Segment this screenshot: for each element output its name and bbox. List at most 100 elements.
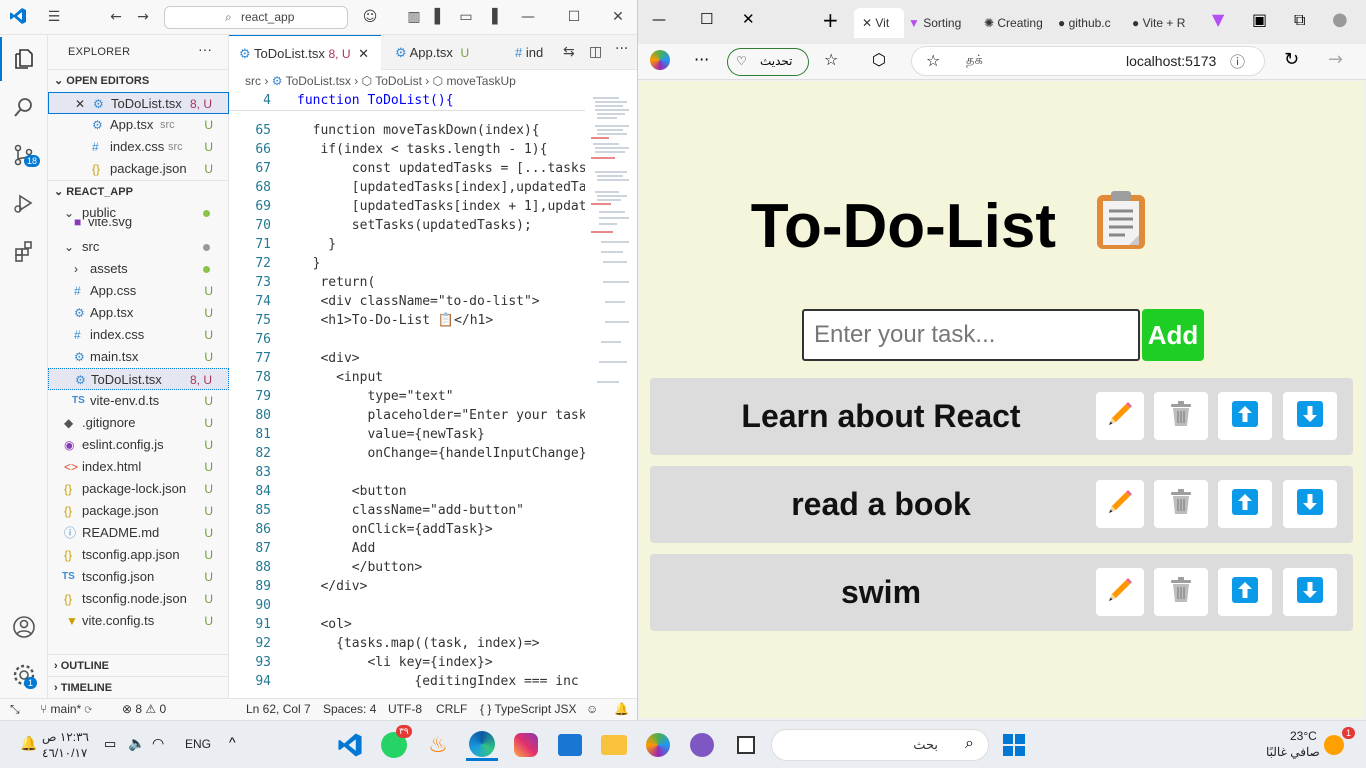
- tab-vite[interactable]: ● Vite + R: [1132, 8, 1200, 38]
- refresh-icon[interactable]: ↻: [1284, 49, 1299, 70]
- delete-button[interactable]: [1154, 568, 1208, 616]
- close-icon[interactable]: ✕: [742, 10, 755, 28]
- new-tab-icon[interactable]: +: [822, 8, 839, 32]
- search-box[interactable]: بحث ⌕: [771, 729, 989, 761]
- breadcrumb-item[interactable]: src: [245, 74, 261, 88]
- close-icon[interactable]: ✕: [608, 7, 628, 27]
- code-editor[interactable]: 4 function ToDoList(){ 6465 function mov…: [229, 92, 585, 698]
- toggle-sidebar-icon[interactable]: ▌: [430, 7, 450, 27]
- tree-file[interactable]: ■ vite.svg: [48, 219, 229, 231]
- tree-file[interactable]: {} tsconfig.node.json U: [48, 588, 229, 610]
- menu-icon[interactable]: ☰: [44, 7, 64, 27]
- search-view-icon[interactable]: [0, 85, 48, 129]
- edit-button[interactable]: [1096, 568, 1144, 616]
- tree-file[interactable]: ◉ eslint.config.js U: [48, 434, 229, 456]
- extensions-icon[interactable]: ⬡: [872, 50, 886, 69]
- start-icon[interactable]: [998, 729, 1030, 761]
- add-button[interactable]: Add: [1142, 309, 1204, 361]
- tree-file[interactable]: # index.css U: [48, 324, 229, 346]
- source-control-icon[interactable]: 18: [0, 133, 48, 177]
- tree-file[interactable]: ⓘ README.md U: [48, 522, 229, 544]
- store-icon[interactable]: [554, 729, 586, 761]
- favorites-icon[interactable]: ☆: [824, 50, 838, 69]
- close-editor-icon[interactable]: ✕: [75, 93, 85, 115]
- tree-file[interactable]: ⚙ main.tsx U: [48, 346, 229, 368]
- tree-folder[interactable]: › assets: [48, 258, 229, 280]
- split-editor-icon[interactable]: ◫: [589, 44, 602, 60]
- tree-file[interactable]: ▼ vite.config.ts U: [48, 610, 229, 632]
- toggle-panel-icon[interactable]: ▭: [456, 7, 476, 27]
- layout-icon[interactable]: ▥: [404, 7, 424, 27]
- more-actions-icon[interactable]: ···: [198, 41, 212, 57]
- site-info-icon[interactable]: ⓘ: [1230, 51, 1245, 72]
- toggle-secondary-sidebar-icon[interactable]: ▐: [482, 7, 502, 27]
- volume-icon[interactable]: 🔈: [128, 735, 145, 752]
- workspaces-icon[interactable]: ⧉: [1294, 10, 1305, 30]
- tree-file-selected[interactable]: ⚙ ToDoList.tsx 8, U: [48, 368, 229, 390]
- breadcrumb-item[interactable]: ToDoList.tsx: [286, 74, 351, 88]
- edit-button[interactable]: [1096, 392, 1144, 440]
- tab-todolist[interactable]: ⚙ ToDoList.tsx 8, U ✕: [229, 35, 381, 70]
- compare-icon[interactable]: ⇆: [563, 44, 575, 60]
- open-editor-item[interactable]: ⚙ App.tsx src U: [48, 114, 229, 136]
- notifications-icon[interactable]: 🔔: [614, 699, 629, 720]
- close-tab-icon[interactable]: ✕: [862, 16, 875, 30]
- language-mode[interactable]: { } TypeScript JSX: [480, 699, 577, 720]
- weather-icon[interactable]: 1: [1324, 727, 1356, 755]
- move-up-button[interactable]: [1218, 392, 1272, 440]
- move-down-button[interactable]: [1283, 392, 1337, 440]
- profile-icon[interactable]: ●: [1332, 9, 1348, 30]
- update-button[interactable]: ♡ تحديث: [727, 48, 809, 76]
- minimap[interactable]: [589, 92, 634, 432]
- address-bar[interactable]: ☆ தக் localhost:5173 ⓘ: [911, 46, 1265, 76]
- timeline-header[interactable]: › TIMELINE: [48, 676, 229, 698]
- branch-item[interactable]: ⑂ main* ⟳: [40, 699, 92, 720]
- edit-button[interactable]: [1096, 480, 1144, 528]
- indentation[interactable]: Spaces: 4: [323, 699, 376, 720]
- encoding[interactable]: UTF-8: [388, 699, 422, 720]
- task-input[interactable]: Enter your task...: [802, 309, 1140, 361]
- whatsapp-icon[interactable]: ٣٩: [378, 725, 412, 761]
- app-icon[interactable]: ♨: [422, 729, 454, 761]
- tab-github[interactable]: ● github.c: [1058, 8, 1126, 38]
- tab-actions-icon[interactable]: ▣: [1252, 10, 1267, 29]
- chevron-up-icon[interactable]: ^: [229, 734, 236, 750]
- line-ending[interactable]: CRLF: [436, 699, 467, 720]
- tree-folder[interactable]: ⌄ src: [48, 236, 229, 258]
- command-center-search[interactable]: ⌕ react_app: [164, 6, 348, 29]
- manage-gear-icon[interactable]: 1: [0, 653, 48, 697]
- delete-button[interactable]: [1154, 392, 1208, 440]
- remote-icon[interactable]: ⤡: [10, 699, 20, 720]
- minimize-icon[interactable]: —: [518, 7, 538, 27]
- clock-date[interactable]: ٤٦/١٠/١٧: [42, 746, 87, 760]
- open-editor-item[interactable]: ✕ ⚙ ToDoList.tsx 8, U: [48, 92, 229, 114]
- weather-temp[interactable]: 23°C: [1290, 729, 1317, 743]
- copilot-icon[interactable]: ☺: [360, 7, 380, 27]
- forward-icon[interactable]: →: [1328, 49, 1343, 70]
- sticky-scroll[interactable]: 4 function ToDoList(){: [229, 92, 585, 111]
- tab-active[interactable]: ✕ Vit: [854, 8, 904, 38]
- tree-file[interactable]: TS vite-env.d.ts U: [48, 390, 229, 412]
- tree-file[interactable]: {} package-lock.json U: [48, 478, 229, 500]
- move-up-button[interactable]: [1218, 568, 1272, 616]
- tree-file[interactable]: {} package.json U: [48, 500, 229, 522]
- vite-favicon-icon[interactable]: ▼: [1212, 10, 1224, 29]
- language-indicator[interactable]: ENG: [185, 737, 211, 751]
- copilot-taskbar-icon[interactable]: [642, 729, 674, 761]
- more-actions-icon[interactable]: ···: [615, 41, 628, 57]
- project-header[interactable]: ⌄ REACT_APP: [48, 180, 229, 202]
- chat-icon[interactable]: [686, 729, 718, 761]
- cursor-position[interactable]: Ln 62, Col 7: [246, 699, 311, 720]
- tab-app[interactable]: ⚙ App.tsx U: [385, 35, 500, 70]
- problems-item[interactable]: ⊗ 8 ⚠ 0: [122, 699, 166, 720]
- file-explorer-icon[interactable]: [598, 729, 630, 761]
- clock-time[interactable]: ١٢:٣٦ ص: [42, 730, 89, 744]
- move-down-button[interactable]: [1283, 480, 1337, 528]
- notification-bell-icon[interactable]: 🔔: [20, 735, 37, 752]
- breadcrumb-item[interactable]: ToDoList: [375, 74, 422, 88]
- extensions-icon[interactable]: [0, 229, 48, 273]
- move-up-button[interactable]: [1218, 480, 1272, 528]
- tree-file[interactable]: ◆ .gitignore U: [48, 412, 229, 434]
- wifi-icon[interactable]: ◠: [152, 735, 164, 752]
- back-icon[interactable]: ←: [106, 7, 126, 27]
